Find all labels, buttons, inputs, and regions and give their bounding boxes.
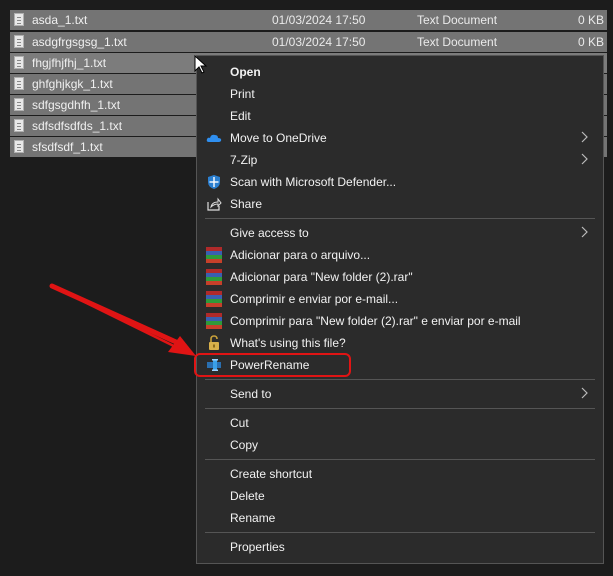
cursor-icon [194,55,208,74]
menu-item-create-shortcut[interactable]: Create shortcut [197,463,603,485]
text-file-icon [14,98,24,111]
menu-item-edit[interactable]: Edit [197,105,603,127]
file-name[interactable]: asdgfrgsgsg_1.txt [32,35,127,49]
chevron-right-icon [581,153,588,165]
menu-separator [205,408,595,409]
winrar-icon [206,291,222,307]
text-file-icon [14,35,24,48]
file-name[interactable]: asda_1.txt [32,13,87,27]
chevron-right-icon [581,226,588,238]
menu-label: Create shortcut [230,467,313,481]
menu-label: Adicionar para o arquivo... [230,248,371,262]
file-row[interactable]: asdgfrgsgsg_1.txt 01/03/2024 17:50 Text … [10,32,607,52]
menu-label: Rename [230,511,276,525]
menu-item-copy[interactable]: Copy [197,434,603,456]
menu-label: Comprimir e enviar por e-mail... [230,292,399,306]
menu-separator [205,379,595,380]
menu-label: Comprimir para "New folder (2).rar" e en… [230,314,521,328]
menu-item-rar-email[interactable]: Comprimir e enviar por e-mail... [197,288,603,310]
menu-label: Scan with Microsoft Defender... [230,175,397,189]
menu-item-send-to[interactable]: Send to [197,383,603,405]
menu-label: Properties [230,540,285,554]
winrar-icon [206,247,222,263]
menu-item-rar-add-named[interactable]: Adicionar para "New folder (2).rar" [197,266,603,288]
menu-label: Move to OneDrive [230,131,327,145]
file-date: 01/03/2024 17:50 [272,35,366,49]
text-file-icon [14,119,24,132]
menu-item-rar-add[interactable]: Adicionar para o arquivo... [197,244,603,266]
menu-item-whats-using[interactable]: What's using this file? [197,332,603,354]
menu-label: What's using this file? [230,336,346,350]
menu-item-share[interactable]: Share [197,193,603,215]
menu-label: Send to [230,387,272,401]
file-name[interactable]: sdfsdfsdfds_1.txt [32,119,122,133]
menu-item-print[interactable]: Print [197,83,603,105]
menu-item-properties[interactable]: Properties [197,536,603,558]
file-name[interactable]: sdfgsgdhfh_1.txt [32,98,120,112]
file-row[interactable]: asda_1.txt 01/03/2024 17:50 Text Documen… [10,10,607,30]
menu-label: Cut [230,416,249,430]
file-size: 0 KB [578,35,605,49]
menu-item-7zip[interactable]: 7-Zip [197,149,603,171]
menu-item-scan-defender[interactable]: Scan with Microsoft Defender... [197,171,603,193]
file-type: Text Document [417,13,498,27]
menu-label: Copy [230,438,259,452]
menu-item-open[interactable]: Open [197,61,603,83]
file-name[interactable]: fhgjfhjfhj_1.txt [32,56,106,70]
defender-icon [208,175,220,189]
menu-item-rar-email-named[interactable]: Comprimir para "New folder (2).rar" e en… [197,310,603,332]
file-type: Text Document [417,35,498,49]
winrar-icon [206,313,222,329]
file-name[interactable]: ghfghjkgk_1.txt [32,77,113,91]
menu-label: Share [230,197,263,211]
file-size: 0 KB [578,13,605,27]
file-name[interactable]: sfsdfsdf_1.txt [32,140,103,154]
menu-item-rename[interactable]: Rename [197,507,603,529]
chevron-right-icon [581,131,588,143]
text-file-icon [14,56,24,69]
highlight-box [194,353,351,377]
menu-item-give-access[interactable]: Give access to [197,222,603,244]
menu-label: Print [230,87,255,101]
menu-label: Give access to [230,226,309,240]
menu-separator [205,459,595,460]
menu-item-cut[interactable]: Cut [197,412,603,434]
winrar-icon [206,269,222,285]
onedrive-icon [206,134,222,142]
lock-icon [209,335,219,350]
menu-separator [205,218,595,219]
menu-label: Open [230,65,261,79]
file-date: 01/03/2024 17:50 [272,13,366,27]
menu-label: Delete [230,489,265,503]
menu-label: 7-Zip [230,153,258,167]
text-file-icon [14,13,24,26]
share-icon [207,197,222,211]
text-file-icon [14,140,24,153]
menu-item-delete[interactable]: Delete [197,485,603,507]
text-file-icon [14,77,24,90]
menu-label: Edit [230,109,251,123]
menu-item-move-to-onedrive[interactable]: Move to OneDrive [197,127,603,149]
chevron-right-icon [581,387,588,399]
context-menu: Open Print Edit Move to OneDrive 7-Zip S… [196,55,604,564]
menu-separator [205,532,595,533]
menu-label: Adicionar para "New folder (2).rar" [230,270,413,284]
